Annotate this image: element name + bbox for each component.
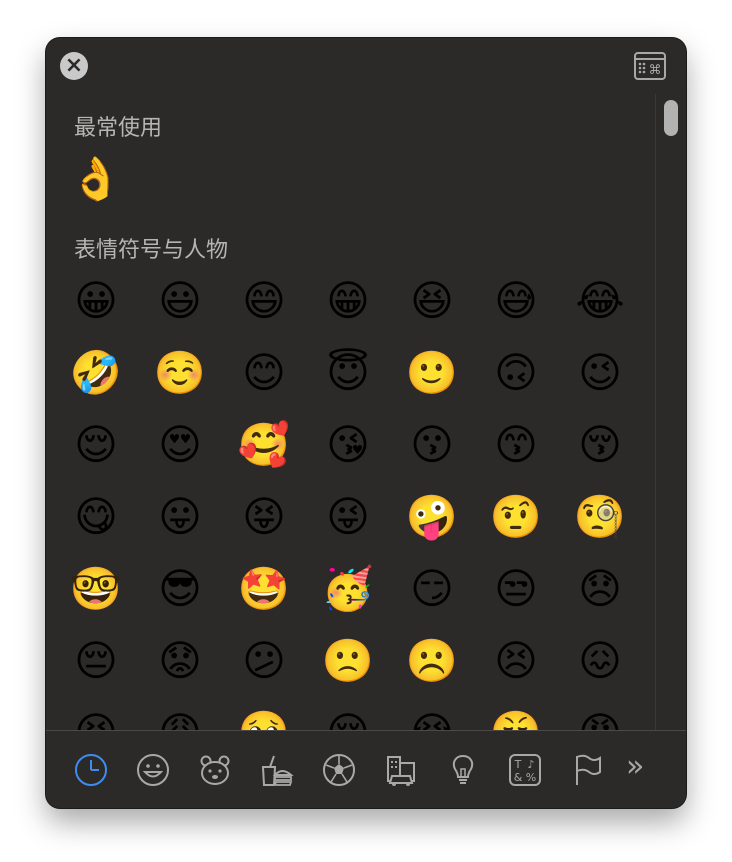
- close-icon: ×: [64, 53, 84, 78]
- emoji-item[interactable]: 😩: [150, 712, 210, 731]
- emoji-item[interactable]: 😍: [150, 424, 210, 466]
- food-icon: [261, 755, 294, 786]
- emoji-item[interactable]: 😜: [318, 496, 378, 538]
- category-activity[interactable]: [320, 751, 358, 789]
- category-bar: T ♪ & % »: [46, 730, 686, 808]
- emoji-item[interactable]: 😠: [570, 712, 630, 731]
- emoji-item[interactable]: 🤨: [486, 496, 546, 538]
- emoji-item[interactable]: 😊: [234, 352, 294, 394]
- smiley-icon: [137, 754, 169, 786]
- emoji-item[interactable]: 🤣: [66, 352, 126, 394]
- keyboard-viewer-icon: ⌘: [634, 52, 666, 80]
- double-chevron-right-icon: »: [626, 749, 645, 784]
- emoji-scroll-area[interactable]: 最常使用 👌 表情符号与人物 😀 😃 😄 😁 😆 😅 😂 🤣 ☺️ 😊 😇 🙂 🙃 😉 😌 😍 🥰 😘 😗 😙 😚 😋 😛 😝…: [46, 94, 656, 730]
- close-button[interactable]: ×: [60, 52, 88, 80]
- emoji-item[interactable]: 😂: [570, 280, 630, 322]
- category-travel[interactable]: [382, 751, 420, 789]
- category-objects[interactable]: [444, 751, 482, 789]
- category-food[interactable]: [258, 751, 296, 789]
- emoji-item[interactable]: 😎: [150, 568, 210, 610]
- symbols-icon: T ♪ & %: [509, 754, 541, 786]
- emoji-item[interactable]: 😟: [150, 640, 210, 682]
- soccer-ball-icon: [323, 754, 355, 786]
- emoji-item[interactable]: 🥳: [318, 568, 378, 610]
- emoji-item[interactable]: 🤩: [234, 568, 294, 610]
- emoji-item[interactable]: 😚: [570, 424, 630, 466]
- emoji-item[interactable]: 😃: [150, 280, 210, 322]
- emoji-item[interactable]: 😏: [402, 568, 462, 610]
- emoji-item[interactable]: 🥺: [234, 712, 294, 731]
- emoji-item[interactable]: 😢: [318, 712, 378, 731]
- emoji-item[interactable]: 😕: [234, 640, 294, 682]
- clock-icon: [75, 754, 107, 786]
- emoji-item[interactable]: 🤪: [402, 496, 462, 538]
- scrollbar-thumb[interactable]: [664, 100, 678, 136]
- emoji-item[interactable]: 😖: [570, 640, 630, 682]
- emoji-item[interactable]: 😆: [402, 280, 462, 322]
- emoji-item[interactable]: 🙃: [486, 352, 546, 394]
- emoji-item[interactable]: 😛: [150, 496, 210, 538]
- emoji-item[interactable]: ☹️: [402, 640, 462, 682]
- emoji-item[interactable]: 😌: [66, 424, 126, 466]
- emoji-item[interactable]: 😫: [66, 712, 126, 731]
- buildings-car-icon: [387, 756, 415, 786]
- section-title-frequent: 最常使用: [74, 116, 163, 141]
- emoji-item[interactable]: 😉: [570, 352, 630, 394]
- category-recent[interactable]: [72, 751, 110, 789]
- animal-icon: [200, 755, 230, 785]
- section-title-smileys: 表情符号与人物: [74, 238, 229, 263]
- svg-text:♪: ♪: [527, 758, 534, 771]
- emoji-item[interactable]: 😅: [486, 280, 546, 322]
- emoji-item[interactable]: 😤: [486, 712, 546, 731]
- emoji-item[interactable]: 😇: [318, 352, 378, 394]
- scrollbar[interactable]: [655, 94, 686, 730]
- emoji-item[interactable]: ☺️: [150, 352, 210, 394]
- emoji-item[interactable]: 😝: [234, 496, 294, 538]
- emoji-item[interactable]: 😒: [486, 568, 546, 610]
- emoji-item[interactable]: 🤓: [66, 568, 126, 610]
- emoji-item[interactable]: 😭: [402, 712, 462, 731]
- category-smileys[interactable]: [134, 751, 172, 789]
- category-animals[interactable]: [196, 751, 234, 789]
- emoji-item[interactable]: 🙁: [318, 640, 378, 682]
- svg-text:&: &: [514, 771, 523, 784]
- emoji-item[interactable]: 😀: [66, 280, 126, 322]
- emoji-item[interactable]: 🥰: [234, 424, 294, 466]
- emoji-item[interactable]: 🙂: [402, 352, 462, 394]
- svg-text:T: T: [514, 758, 522, 771]
- more-categories-button[interactable]: »: [626, 749, 644, 784]
- category-flags[interactable]: [568, 751, 606, 789]
- emoji-item[interactable]: 😘: [318, 424, 378, 466]
- emoji-item[interactable]: 😔: [66, 640, 126, 682]
- lightbulb-icon: [452, 754, 474, 784]
- emoji-item[interactable]: 😞: [570, 568, 630, 610]
- flag-icon: [576, 754, 601, 785]
- character-viewer-button[interactable]: ⌘: [634, 52, 666, 80]
- emoji-item[interactable]: 😋: [66, 496, 126, 538]
- svg-text:%: %: [526, 771, 536, 784]
- emoji-item[interactable]: 😣: [486, 640, 546, 682]
- emoji-item[interactable]: 👌: [66, 158, 126, 200]
- emoji-item[interactable]: 😁: [318, 280, 378, 322]
- emoji-item[interactable]: 😗: [402, 424, 462, 466]
- emoji-item[interactable]: 🧐: [570, 496, 630, 538]
- category-symbols[interactable]: T ♪ & %: [506, 751, 544, 789]
- emoji-item[interactable]: 😙: [486, 424, 546, 466]
- svg-text:⌘: ⌘: [649, 63, 662, 78]
- emoji-picker-panel: × ⌘ 最常使用 👌 表情符号与人物 😀 😃 😄 😁 😆 😅 😂 🤣 ☺️ 😊 😇 🙂 🙃 😉 😌 😍 🥰 😘 😗 😙…: [46, 38, 686, 808]
- emoji-item[interactable]: 😄: [234, 280, 294, 322]
